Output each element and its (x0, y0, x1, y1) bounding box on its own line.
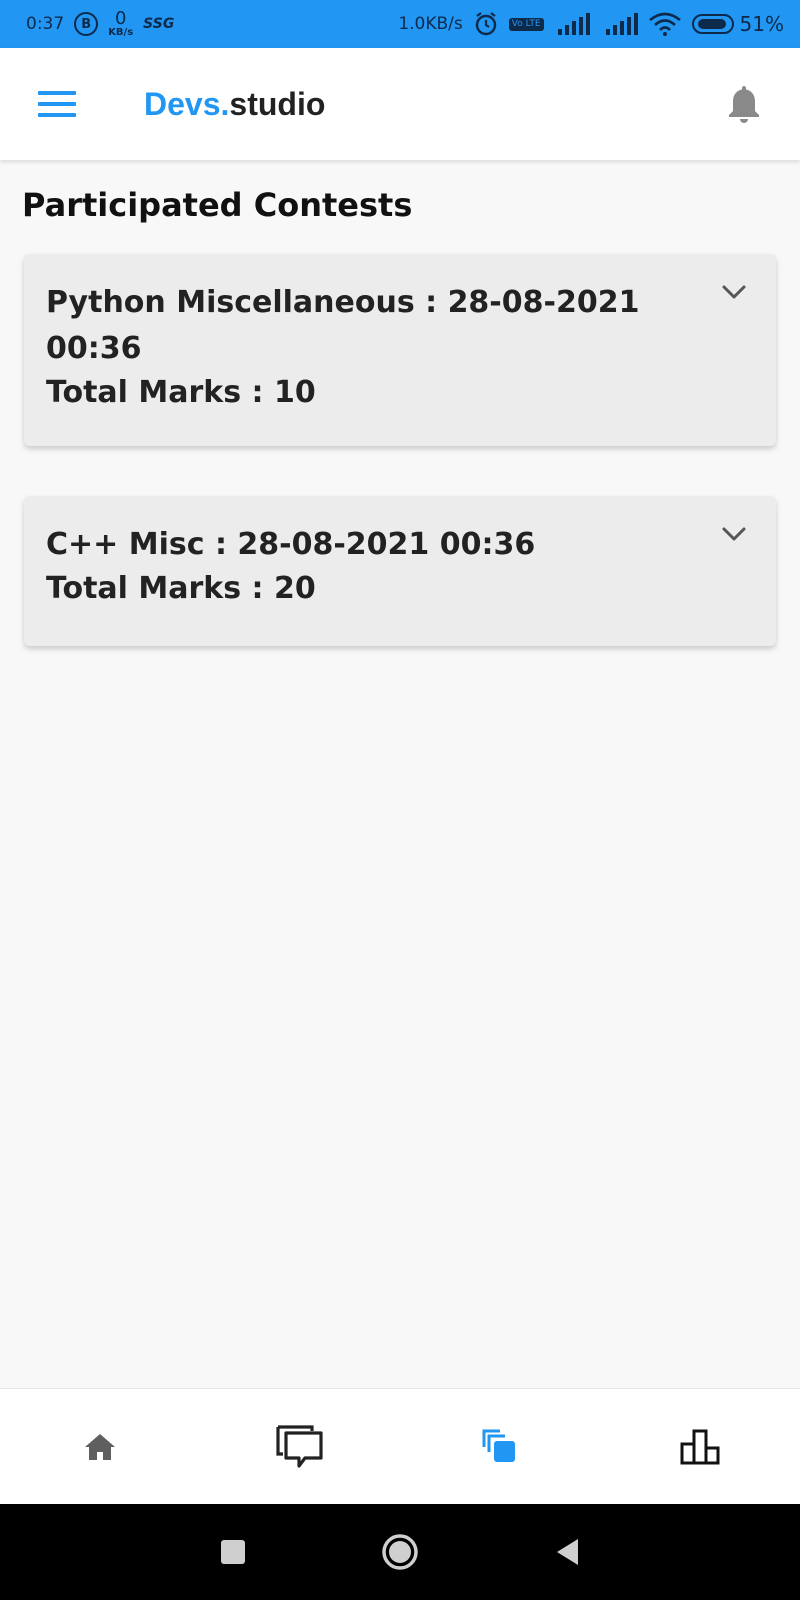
marks-label: Total Marks : (46, 375, 274, 410)
back-button[interactable] (537, 1522, 597, 1582)
contest-title-line: C++ Misc : 28-08-2021 00:36 (46, 522, 696, 568)
notification-bell-icon[interactable] (726, 84, 762, 124)
status-bar-right: 1.0KB/s Vo LTE 51% (398, 11, 784, 37)
contest-card[interactable]: Python Miscellaneous : 28-08-2021 00:36 … (24, 254, 776, 446)
chat-icon (276, 1424, 323, 1468)
contest-name: Python Miscellaneous (46, 285, 415, 320)
menu-line (38, 102, 76, 106)
contest-card[interactable]: C++ Misc : 28-08-2021 00:36 Total Marks … (24, 496, 776, 646)
brand-logo: Devs.studio (144, 86, 325, 123)
recents-button[interactable] (203, 1522, 263, 1582)
system-navigation-bar (0, 1504, 800, 1600)
home-button[interactable] (370, 1522, 430, 1582)
net-speed: 0 KB/s (108, 10, 133, 38)
brand-part-1: Devs. (144, 85, 230, 122)
nav-discuss[interactable] (260, 1407, 340, 1487)
nav-contests[interactable] (460, 1407, 540, 1487)
wifi-icon (648, 12, 681, 36)
contest-date: 28-08-2021 00:36 (237, 527, 536, 562)
net-speed-value: 0 (114, 8, 127, 29)
contest-title-line: Python Miscellaneous : 28-08-2021 00:36 (46, 280, 696, 372)
signal-2-icon (605, 13, 638, 35)
page-title: Participated Contests (22, 186, 413, 224)
marks-value: 20 (274, 571, 316, 606)
menu-line (38, 113, 76, 117)
status-bar: 0:37 B 0 KB/s SSG 1.0KB/s Vo LTE 51% (0, 0, 800, 48)
battery-icon (691, 14, 734, 34)
bottom-navigation (0, 1388, 800, 1504)
contests-icon (482, 1429, 515, 1462)
battery: 51% (691, 12, 784, 36)
net-speed-unit: KB/s (108, 27, 134, 38)
menu-icon[interactable] (38, 91, 76, 117)
contest-separator: : (414, 285, 448, 320)
contest-marks-line: Total Marks : 20 (46, 568, 696, 610)
status-time: 0:37 (26, 14, 65, 34)
network-speed-right: 1.0KB/s (398, 14, 463, 34)
chevron-down-icon[interactable] (720, 520, 748, 548)
app-bar: Devs.studio (0, 48, 800, 160)
nav-home[interactable] (60, 1407, 140, 1487)
menu-line (38, 91, 76, 95)
contest-separator: : (204, 527, 238, 562)
home-icon (85, 1433, 115, 1460)
marks-label: Total Marks : (46, 571, 274, 606)
leaderboard-icon (680, 1429, 720, 1464)
signal-icon (557, 13, 590, 35)
chevron-down-icon[interactable] (720, 278, 748, 306)
contest-marks-line: Total Marks : 10 (46, 372, 696, 414)
ssg-label: SSG (143, 16, 175, 32)
b-badge-icon: B (74, 12, 99, 36)
contest-name: C++ Misc (46, 527, 205, 562)
marks-value: 10 (274, 375, 316, 410)
brand-part-2: studio (229, 85, 326, 122)
square-icon (221, 1540, 246, 1564)
status-bar-left: 0:37 B 0 KB/s SSG (26, 10, 174, 38)
alarm-icon (475, 12, 496, 36)
nav-leaderboard[interactable] (660, 1407, 740, 1487)
back-triangle-icon (556, 1539, 578, 1565)
circle-icon (382, 1534, 418, 1570)
volte-icon: Vo LTE (508, 17, 544, 31)
battery-percent: 51% (739, 12, 784, 36)
